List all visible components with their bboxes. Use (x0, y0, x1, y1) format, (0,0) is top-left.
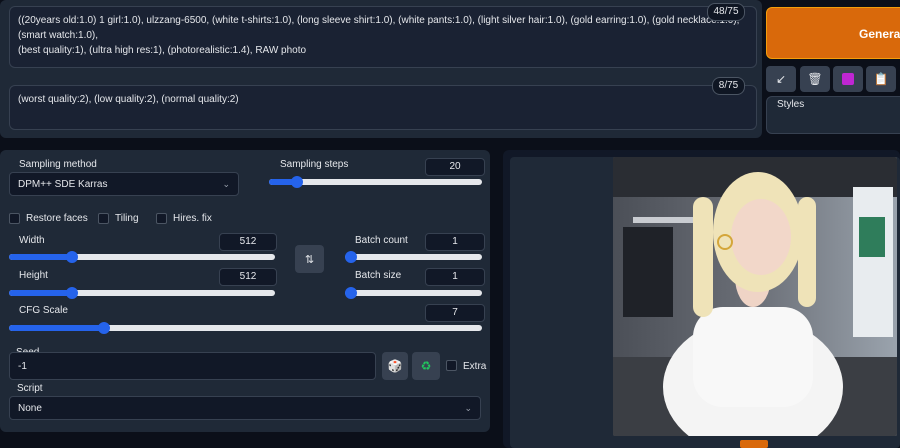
sampling-steps-input[interactable]: 20 (425, 158, 485, 176)
hires-fix-label: Hires. fix (173, 213, 212, 224)
height-thumb[interactable] (66, 287, 78, 299)
negative-prompt-input[interactable]: (worst quality:2), (low quality:2), (nor… (9, 85, 757, 130)
negative-token-counter: 8/75 (712, 77, 745, 95)
height-label: Height (19, 270, 48, 281)
tiling-checkbox[interactable] (98, 213, 109, 224)
sampling-steps-label: Sampling steps (280, 159, 349, 170)
positive-prompt-input[interactable]: ((20years old:1.0) 1 girl:1.0), ulzzang-… (9, 6, 757, 68)
cfg-scale-label: CFG Scale (19, 305, 68, 316)
width-label: Width (19, 235, 45, 246)
batch-size-label: Batch size (355, 270, 402, 281)
swap-dimensions-button[interactable]: ⇅ (295, 245, 324, 273)
reuse-seed-button[interactable]: ♻ (412, 352, 440, 380)
batch-count-input[interactable]: 1 (425, 233, 485, 251)
generate-button[interactable]: Generate (766, 7, 900, 59)
extra-networks-button[interactable] (833, 66, 863, 92)
random-seed-button[interactable]: 🎲 (382, 352, 408, 380)
height-input[interactable]: 512 (219, 268, 277, 286)
read-params-button[interactable]: ↙ (766, 66, 796, 92)
tiling-label: Tiling (115, 213, 139, 224)
batch-count-label: Batch count (355, 235, 408, 246)
batch-size-input[interactable]: 1 (425, 268, 485, 286)
sampling-method-select[interactable]: DPM++ SDE Karras ⌄ (9, 172, 239, 196)
chevron-down-icon: ⌄ (464, 402, 472, 413)
styles-apply-button[interactable]: 📋 (866, 66, 896, 92)
hires-fix-checkbox[interactable] (156, 213, 167, 224)
script-label: Script (17, 383, 43, 394)
restore-faces-checkbox[interactable] (9, 213, 20, 224)
gallery-thumbnail[interactable] (740, 440, 768, 448)
sampling-method-value: DPM++ SDE Karras (18, 178, 108, 190)
cfg-scale-thumb[interactable] (98, 322, 110, 334)
batch-size-slider[interactable] (345, 287, 482, 299)
batch-size-thumb[interactable] (345, 287, 357, 299)
extra-seed-label: Extra (463, 361, 487, 372)
generated-image[interactable] (613, 157, 897, 436)
clipboard-icon: 📋 (873, 72, 889, 86)
height-fill (9, 290, 72, 296)
sampling-steps-thumb[interactable] (291, 176, 303, 188)
swap-icon: ⇅ (304, 253, 315, 266)
width-thumb[interactable] (66, 251, 78, 263)
chevron-down-icon: ⌄ (222, 178, 230, 189)
width-fill (9, 254, 72, 260)
extra-seed-checkbox[interactable] (446, 360, 457, 371)
batch-count-thumb[interactable] (345, 251, 357, 263)
trash-icon: 🗑 (807, 72, 823, 86)
height-slider[interactable] (9, 287, 275, 299)
dice-icon: 🎲 (387, 359, 403, 373)
clear-prompt-button[interactable]: 🗑 (800, 66, 830, 92)
styles-label: Styles (777, 99, 805, 110)
script-select[interactable]: None ⌄ (9, 396, 481, 420)
width-slider[interactable] (9, 251, 275, 263)
picture-icon (842, 73, 854, 85)
cfg-scale-fill (9, 325, 104, 331)
batch-count-slider[interactable] (345, 251, 482, 263)
arrow-icon: ↙ (775, 72, 787, 86)
recycle-icon: ♻ (420, 359, 432, 373)
width-input[interactable]: 512 (219, 233, 277, 251)
sampling-steps-slider[interactable] (269, 176, 482, 188)
script-value: None (18, 402, 42, 414)
cfg-scale-slider[interactable] (9, 322, 482, 334)
cfg-scale-input[interactable]: 7 (425, 304, 485, 322)
restore-faces-label: Restore faces (26, 213, 88, 224)
styles-dropdown[interactable]: Styles (766, 96, 900, 134)
sampling-method-label: Sampling method (19, 159, 97, 170)
positive-token-counter: 48/75 (707, 3, 745, 21)
seed-input[interactable]: -1 (9, 352, 376, 380)
